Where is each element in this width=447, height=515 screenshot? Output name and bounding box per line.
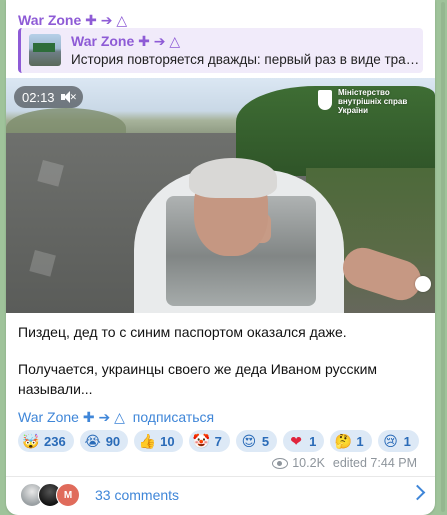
comments-label[interactable]: 33 comments: [95, 487, 179, 503]
subscribe-link[interactable]: подписаться: [133, 409, 214, 425]
reply-text: История повторяется дважды: первый раз в…: [71, 52, 421, 67]
comments-button[interactable]: M 33 comments: [6, 477, 435, 515]
video-player[interactable]: ◆ ◆ 02:13 ✕ Міністерство внутрішніх спра…: [6, 78, 435, 313]
share-icon[interactable]: [415, 276, 431, 292]
scrollbar[interactable]: [441, 2, 445, 512]
reaction-chip[interactable]: ❤ 1: [283, 430, 325, 452]
reply-thumbnail: [29, 34, 61, 66]
eye-icon: [272, 457, 289, 469]
channel-name[interactable]: War Zone ✚ ➔ △: [18, 12, 127, 29]
message-paragraph: Пиздец, дед то с синим паспортом оказалс…: [18, 324, 347, 340]
mute-icon[interactable]: ✕: [60, 91, 77, 103]
chevron-right-icon[interactable]: [409, 484, 426, 501]
video-duration[interactable]: 02:13 ✕: [14, 86, 83, 108]
reaction-chip[interactable]: 🤔 1: [330, 430, 372, 452]
message-text: Пиздец, дед то с синим паспортом оказалс…: [18, 322, 423, 399]
signature-channel-link[interactable]: War Zone ✚ ➔ △: [18, 409, 125, 425]
reaction-chip[interactable]: 🤡 7: [188, 430, 230, 452]
channel-signature: War Zone ✚ ➔ △ подписаться: [18, 409, 214, 426]
reaction-chip[interactable]: 😍 5: [235, 430, 278, 452]
avatar: M: [56, 483, 80, 507]
commenter-avatars: M: [20, 483, 86, 507]
duration-text: 02:13: [22, 89, 55, 105]
trident-icon: [318, 90, 332, 110]
edited-timestamp: edited 7:44 PM: [332, 456, 417, 470]
message-paragraph: Получается, украинцы своего же деда Иван…: [18, 361, 378, 397]
reactions-bar: 🤯 236 😭 90 👍 10 🤡 7 😍 5 ❤ 1 🤔 1 😢 1: [18, 430, 423, 456]
reply-author: War Zone ✚ ➔ △: [71, 33, 181, 49]
reaction-chip[interactable]: 😭 90: [79, 430, 129, 452]
message-bubble: War Zone ✚ ➔ △ War Zone ✚ ➔ △ История по…: [6, 0, 435, 515]
reaction-chip[interactable]: 👍 10: [134, 430, 183, 452]
reaction-chip[interactable]: 😢 1: [377, 430, 419, 452]
message-meta: 10.2K edited 7:44 PM: [272, 456, 417, 470]
reply-preview[interactable]: War Zone ✚ ➔ △ История повторяется дважд…: [18, 28, 423, 73]
ministry-logo: Міністерство внутрішніх справ України: [318, 88, 430, 115]
reaction-chip[interactable]: 🤯 236: [18, 430, 74, 452]
view-count: 10.2K: [292, 456, 325, 470]
